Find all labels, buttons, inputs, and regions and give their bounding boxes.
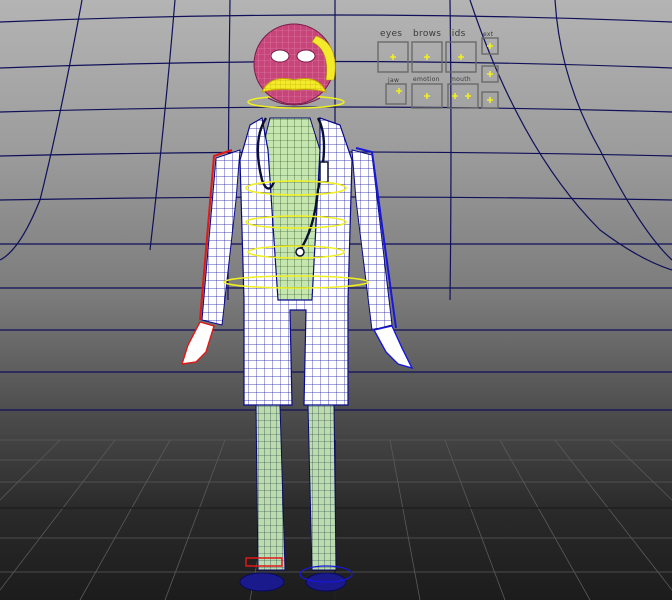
eyes-handle[interactable] [390,54,396,60]
right-hand[interactable] [372,325,414,370]
left-shoe[interactable] [239,572,285,592]
stethoscope-chestpiece [295,247,305,257]
mouth-handle-left[interactable] [452,93,458,99]
head-mesh[interactable] [253,23,335,105]
brows-handle[interactable] [424,54,430,60]
scene-canvas[interactable] [0,0,672,600]
eyes-label: eyes [380,29,403,39]
jaw-label: jaw [388,77,400,84]
left-eye [270,49,290,63]
emotion-handle[interactable] [424,93,430,99]
mouth-label: mouth [450,76,471,83]
jaw-handle[interactable] [396,88,402,94]
3d-viewport[interactable]: eyes brows lids emotion mouth jaw ext [0,0,672,600]
lids-label: lids [449,29,466,39]
coat-pocket-pen [319,161,329,183]
emotion-label: emotion [413,76,440,83]
lids-handle[interactable] [458,54,464,60]
left-leg-mesh[interactable] [255,404,286,571]
right-leg-mesh[interactable] [307,404,337,571]
right-eye [296,49,316,63]
right-arm-mesh[interactable] [351,149,393,331]
character-model[interactable] [180,23,414,592]
ext-handle-3[interactable] [487,97,493,103]
face-control-panel[interactable] [377,37,499,109]
jaw-control-box[interactable] [385,83,407,105]
brows-label: brows [413,29,442,39]
mustache-mesh[interactable] [261,78,327,93]
ext-label: ext [483,31,494,38]
mouth-handle-right[interactable] [465,93,471,99]
left-hand[interactable] [180,321,215,365]
ext-handle-2[interactable] [487,71,493,77]
